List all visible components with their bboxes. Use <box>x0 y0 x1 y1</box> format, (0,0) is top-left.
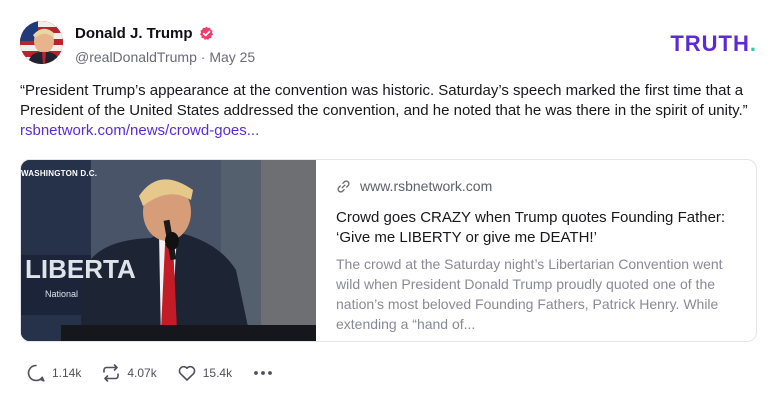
post-meta: @realDonaldTrump · May 25 <box>75 49 255 65</box>
like-icon <box>178 365 196 381</box>
verified-badge-icon <box>199 26 213 40</box>
card-title[interactable]: Crowd goes CRAZY when Trump quotes Found… <box>336 208 736 248</box>
link-preview-card[interactable]: LIBERTA National WASHINGTON D.C. www.rsb… <box>20 159 757 342</box>
post-actions: 1.14k 4.07k 15.4k <box>26 362 274 384</box>
post-text: “President Trump’s appearance at the con… <box>20 81 757 141</box>
author-handle[interactable]: @realDonaldTrump <box>75 49 197 65</box>
brand-dot: . <box>749 31 757 56</box>
retruth-icon <box>103 364 120 382</box>
brand-name: TRUTH <box>670 31 750 56</box>
retruth-button[interactable]: 4.07k <box>101 363 157 383</box>
reply-button[interactable]: 1.14k <box>26 363 81 383</box>
like-count: 15.4k <box>202 366 233 380</box>
retruth-count: 4.07k <box>127 366 157 380</box>
more-icon <box>254 371 272 375</box>
more-button[interactable] <box>252 363 274 383</box>
truth-logo[interactable]: TRUTH. <box>670 31 757 57</box>
reply-count: 1.14k <box>52 366 82 380</box>
post-link[interactable]: rsbnetwork.com/news/crowd-goes... <box>20 122 259 139</box>
card-body: www.rsbnetwork.com Crowd goes CRAZY when… <box>316 160 756 341</box>
author-name[interactable]: Donald J. Trump <box>75 25 193 42</box>
meta-separator: · <box>200 49 206 65</box>
post-body: “President Trump’s appearance at the con… <box>20 82 748 119</box>
post-date[interactable]: May 25 <box>209 49 255 65</box>
card-image[interactable]: LIBERTA National WASHINGTON D.C. <box>21 160 316 341</box>
reply-icon <box>27 364 45 382</box>
card-domain-row: www.rsbnetwork.com <box>336 178 736 194</box>
link-icon <box>337 179 350 193</box>
avatar[interactable] <box>20 21 63 64</box>
image-caption: WASHINGTON D.C. <box>21 169 98 178</box>
like-button[interactable]: 15.4k <box>177 363 232 383</box>
svg-text:National: National <box>45 289 78 299</box>
card-description: The crowd at the Saturday night’s Libert… <box>336 256 723 332</box>
card-domain[interactable]: www.rsbnetwork.com <box>360 178 492 194</box>
author-block: Donald J. Trump @realDonaldTrump · May 2… <box>75 24 255 66</box>
svg-text:LIBERTA: LIBERTA <box>25 254 136 284</box>
post-header: Donald J. Trump @realDonaldTrump · May 2… <box>20 21 757 65</box>
